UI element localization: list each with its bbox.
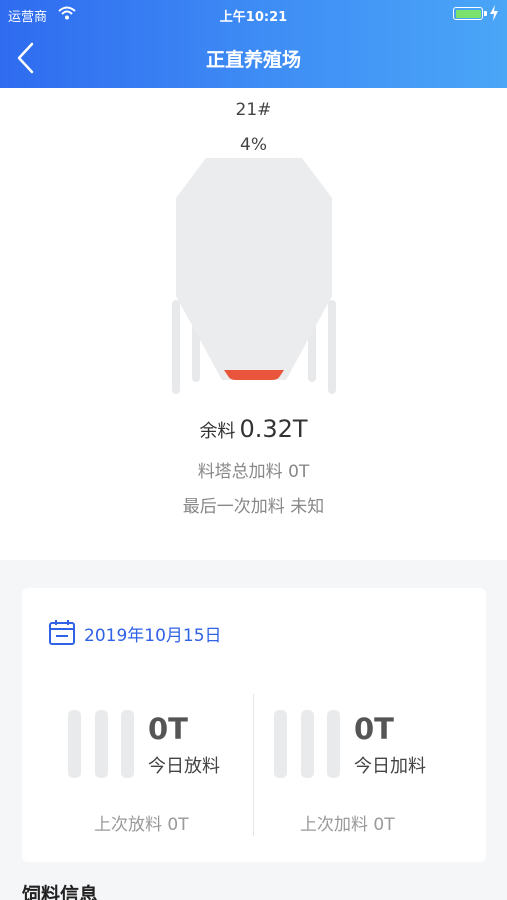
discharge-bars-icon <box>68 710 134 778</box>
silo-number: 21# <box>235 100 272 120</box>
total-added-text: 料塔总加料 0T <box>197 462 310 482</box>
last-discharge-text: 上次放料 0T <box>94 815 189 835</box>
date-text: 2019年10月15日 <box>84 626 222 646</box>
remaining-label: 余料 <box>199 421 236 442</box>
status-bar: 运营商 上午10:21 <box>0 0 507 28</box>
header: 运营商 上午10:21 正直养殖场 <box>0 0 507 88</box>
remaining-feed: 余料 0.32T <box>0 415 507 443</box>
page-title: 正直养殖场 <box>205 49 301 71</box>
nav-bar: 正直养殖场 <box>0 28 507 88</box>
status-time: 上午10:21 <box>219 10 288 25</box>
feed-bars-icon <box>274 710 340 778</box>
remaining-value: 0.32T <box>239 415 308 443</box>
last-feed-text: 上次加料 0T <box>300 815 395 835</box>
silo-leg-right-outer <box>328 300 336 394</box>
last-added-text: 最后一次加料 未知 <box>182 497 325 517</box>
silo-fill-percent: 4% <box>240 135 267 155</box>
discharge-today-value: 0T <box>148 712 188 746</box>
feed-info-heading: 饲料信息 <box>22 884 99 900</box>
divider <box>253 694 254 836</box>
charging-icon <box>490 5 498 21</box>
daily-stats-card: 2019年10月15日 0T 今日放料 上次放料 0T 0T 今日加料 上次加料… <box>22 588 486 862</box>
battery-icon <box>453 7 487 20</box>
silo-leg-left-outer <box>172 300 180 394</box>
silo-graphic <box>172 158 336 394</box>
silo-fill-level <box>224 370 284 380</box>
silo-section: 21# 4% 余料 0.32T 料塔总加料 0T 最后一次加料 未知 <box>0 88 507 560</box>
feed-today-label: 今日加料 <box>354 756 426 777</box>
calendar-icon <box>49 620 75 645</box>
feed-today-value: 0T <box>354 712 394 746</box>
discharge-today-label: 今日放料 <box>148 756 220 777</box>
